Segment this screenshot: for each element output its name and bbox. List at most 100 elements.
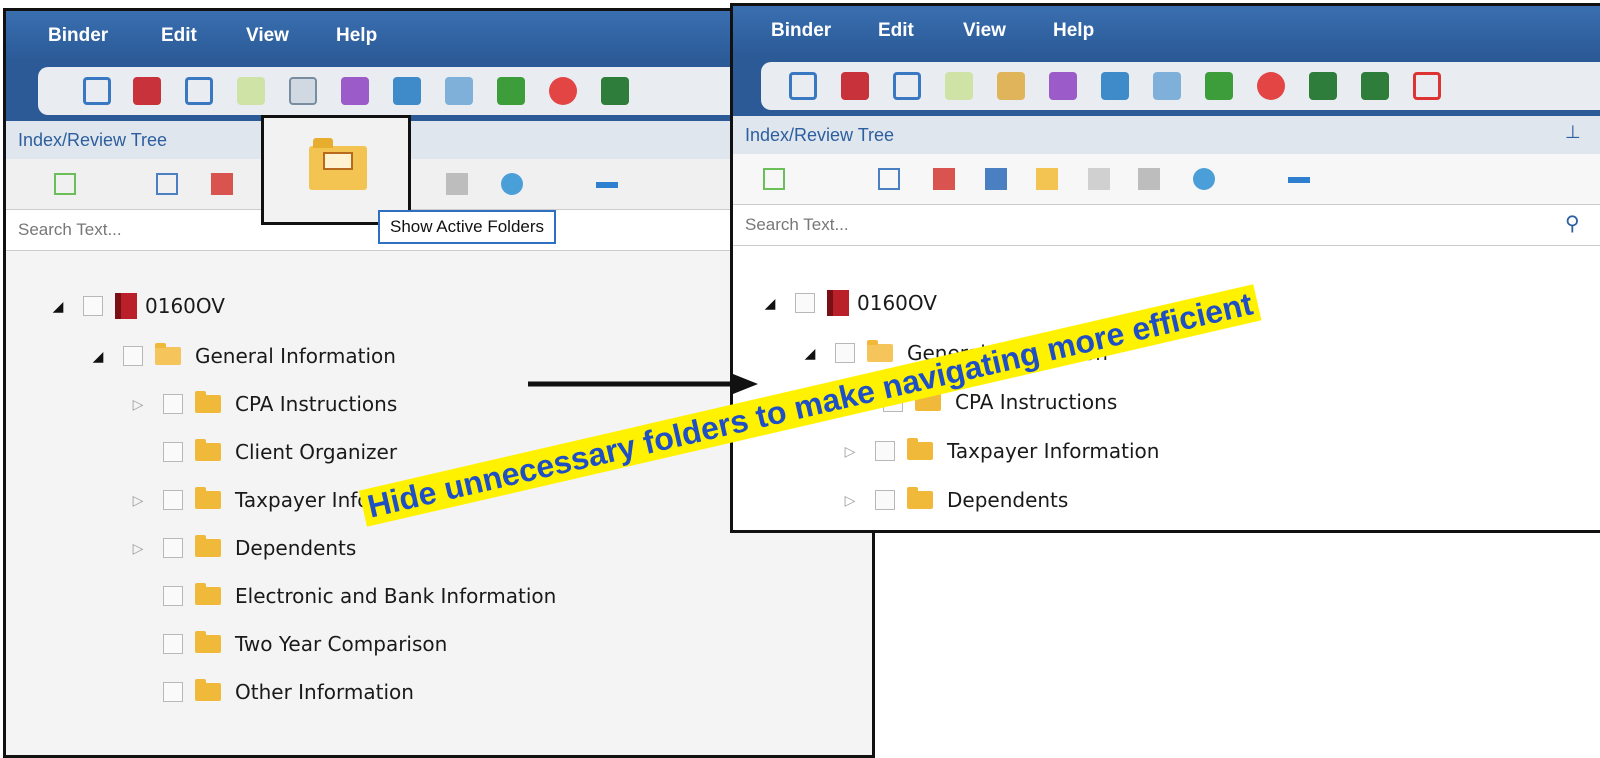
menu-binder[interactable]: Binder <box>48 25 108 47</box>
checkbox[interactable] <box>795 293 815 313</box>
search-placeholder: Search Text... <box>18 220 122 239</box>
remove-node-icon[interactable] <box>933 168 955 190</box>
menu-view[interactable]: View <box>963 20 1006 42</box>
menu-help[interactable]: Help <box>1053 20 1094 42</box>
checkbox[interactable] <box>83 296 103 316</box>
tax-icon[interactable] <box>1361 72 1389 100</box>
user-stamp-icon[interactable] <box>1205 72 1233 100</box>
folder-icon <box>195 631 221 653</box>
expand-triangle-icon[interactable]: ▷ <box>131 396 145 413</box>
document-icon[interactable] <box>945 72 973 100</box>
pin-icon[interactable]: ⊥ <box>1565 122 1581 143</box>
move-down-icon[interactable] <box>1138 168 1160 190</box>
sort-icon[interactable] <box>445 77 473 105</box>
save-icon[interactable] <box>789 72 817 100</box>
folder-label: Electronic and Bank Information <box>235 584 557 608</box>
checkbox[interactable] <box>875 441 895 461</box>
expand-triangle-icon[interactable]: ▷ <box>131 492 145 509</box>
tree-row-root-folder[interactable]: ◢ General Information <box>91 336 396 376</box>
folder-label: CPA Instructions <box>235 392 398 416</box>
add-child-icon[interactable] <box>1193 168 1215 190</box>
user-stamp-icon[interactable] <box>497 77 525 105</box>
menu-binder[interactable]: Binder <box>771 20 831 42</box>
binder-name: 0160OV <box>857 291 937 315</box>
show-active-folders-icon[interactable] <box>1036 168 1058 190</box>
save-icon[interactable] <box>83 77 111 105</box>
tree-row[interactable]: ▷ CPA Instructions <box>131 384 397 424</box>
tree-row[interactable]: Other Information <box>163 672 414 712</box>
add-node-icon[interactable] <box>54 173 76 195</box>
folder-icon <box>907 438 933 460</box>
folder-icon <box>195 439 221 461</box>
expand-icon[interactable] <box>878 168 900 190</box>
tree-row[interactable]: ▷ Dependents <box>843 480 1068 520</box>
checkbox[interactable] <box>163 490 183 510</box>
sort-icon[interactable] <box>1153 72 1181 100</box>
main-toolbar <box>733 56 1600 116</box>
collapse-triangle-icon[interactable]: ◢ <box>763 295 777 312</box>
tree-row[interactable]: ▷ Taxpayer Information <box>843 431 1159 471</box>
network-icon[interactable] <box>1101 72 1129 100</box>
checkbox[interactable] <box>163 634 183 654</box>
tei-icon[interactable] <box>601 77 629 105</box>
collapse-triangle-icon[interactable]: ◢ <box>803 345 817 362</box>
checkbox[interactable] <box>875 490 895 510</box>
move-up-icon[interactable] <box>1088 168 1110 190</box>
pdf-export-icon[interactable] <box>841 72 869 100</box>
menu-view[interactable]: View <box>246 25 289 47</box>
move-down-icon[interactable] <box>446 173 468 195</box>
checkbox[interactable] <box>835 343 855 363</box>
expand-triangle-icon[interactable]: ▷ <box>843 443 857 460</box>
menu-edit[interactable]: Edit <box>878 20 914 42</box>
collapse-triangle-icon[interactable]: ◢ <box>91 348 105 365</box>
folder-icon <box>195 679 221 701</box>
checkbox[interactable] <box>163 442 183 462</box>
expand-triangle-icon[interactable]: ▷ <box>843 492 857 509</box>
tei-icon[interactable] <box>1309 72 1337 100</box>
review-icon[interactable] <box>985 168 1007 190</box>
checkbox[interactable] <box>163 538 183 558</box>
menu-help[interactable]: Help <box>336 25 377 47</box>
remove-node-icon[interactable] <box>211 173 233 195</box>
calendar-icon[interactable] <box>1413 72 1441 100</box>
tree-title: Index/Review Tree <box>745 125 895 145</box>
collapse-icon[interactable] <box>1288 177 1310 183</box>
checkbox[interactable] <box>163 586 183 606</box>
folder-icon <box>907 487 933 509</box>
folder-label: Client Organizer <box>235 440 398 464</box>
tree-row-binder[interactable]: ◢ 0160OV <box>51 286 225 326</box>
add-node-icon[interactable] <box>763 168 785 190</box>
tree-title: Index/Review Tree <box>18 130 168 150</box>
monitor-icon[interactable] <box>341 77 369 105</box>
expand-icon[interactable] <box>156 173 178 195</box>
binder-name: 0160OV <box>145 294 225 318</box>
checkbox[interactable] <box>163 682 183 702</box>
print-icon[interactable] <box>893 72 921 100</box>
collapse-triangle-icon[interactable]: ◢ <box>51 298 65 315</box>
add-child-icon[interactable] <box>501 173 523 195</box>
pdf-export-icon[interactable] <box>133 77 161 105</box>
folder-icon <box>195 535 221 557</box>
clipboard-icon[interactable] <box>997 72 1025 100</box>
expand-triangle-icon[interactable]: ▷ <box>131 540 145 557</box>
tree-row[interactable]: Electronic and Bank Information <box>163 576 556 616</box>
show-active-folders-icon[interactable] <box>309 138 367 190</box>
checkbox[interactable] <box>123 346 143 366</box>
monitor-icon[interactable] <box>1049 72 1077 100</box>
search-icon[interactable]: ⚲ <box>1565 211 1580 236</box>
no-entry-icon[interactable] <box>549 77 577 105</box>
print-icon[interactable] <box>185 77 213 105</box>
binder-icon <box>827 290 849 316</box>
right-binder-window: Binder Edit View Help Index/Review Tree … <box>730 3 1600 533</box>
menu-edit[interactable]: Edit <box>161 25 197 47</box>
tree-row-binder[interactable]: ◢ 0160OV <box>763 283 937 323</box>
network-icon[interactable] <box>393 77 421 105</box>
tree-row[interactable]: Two Year Comparison <box>163 624 447 664</box>
checkbox[interactable] <box>163 394 183 414</box>
no-entry-icon[interactable] <box>1257 72 1285 100</box>
document-icon[interactable] <box>237 77 265 105</box>
clipboard-icon[interactable] <box>289 77 317 105</box>
collapse-icon[interactable] <box>596 182 618 188</box>
tree-row[interactable]: Client Organizer <box>163 432 397 472</box>
search-bar[interactable]: Search Text... ⚲ <box>733 204 1600 246</box>
